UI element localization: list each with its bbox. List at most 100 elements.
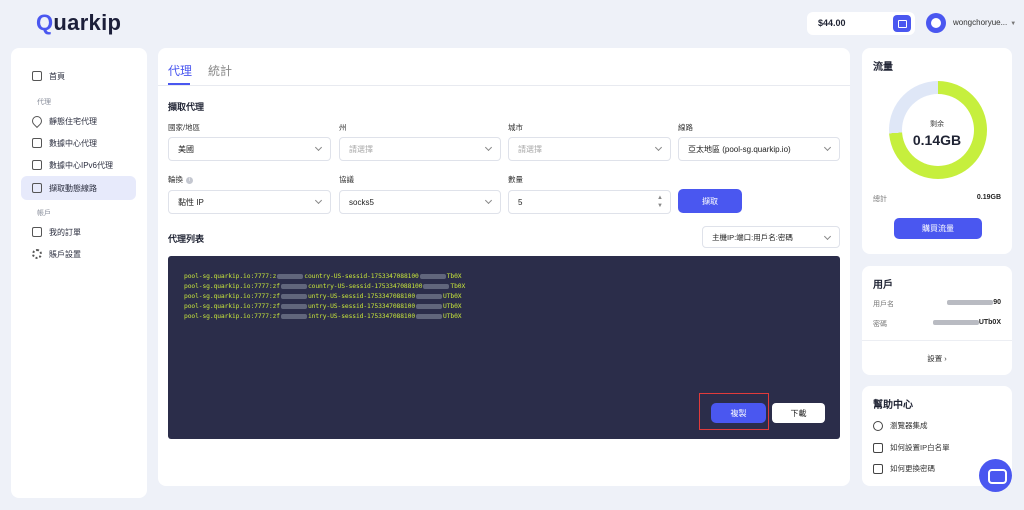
proxy-line: pool-sg.quarkip.io:7777:zf untry-US-sessi…	[184, 303, 462, 310]
redacted-mask	[416, 303, 443, 309]
username-value: 90	[947, 299, 1001, 306]
help-item-browser-integration[interactable]: 瀏覽器集成	[873, 420, 928, 431]
sidebar-item-orders[interactable]: 我的訂單	[21, 220, 136, 244]
sidebar-item-dynamic-lines[interactable]: 擷取動態線路	[21, 176, 136, 200]
username-label: wongchoryue...	[953, 18, 1008, 27]
proxy-line: pool-sg.quarkip.io:7777:zf country-US-ses…	[184, 283, 465, 290]
proxy-prefix: pool-sg.quarkip.io:7777:zf	[184, 283, 280, 290]
sidebar-item-label: 賬戶設置	[49, 249, 81, 259]
format-select[interactable]: 主機IP:端口:用戶名:密碼	[702, 226, 840, 248]
traffic-ring	[889, 81, 987, 179]
balance-widget: $44.00	[807, 12, 915, 35]
card-icon	[873, 442, 883, 453]
proxy-suffix: Tb0X	[446, 273, 462, 280]
sidebar: 首頁 代理 靜態住宅代理 數據中心代理 數據中心IPv6代理 擷取動態線路 帳戶…	[11, 48, 147, 498]
rotation-select[interactable]: 黏性 IP	[168, 190, 331, 214]
chevron-down-icon	[314, 143, 323, 152]
help-item-change-password[interactable]: 如何更換密碼	[873, 463, 935, 474]
tab-proxy[interactable]: 代理	[168, 62, 192, 79]
proxy-session: country-US-sessid-1753347088100	[304, 273, 419, 280]
username-key: 用戶名	[873, 301, 894, 308]
redacted-mask	[947, 299, 994, 305]
section-title-fetch: 擷取代理	[168, 102, 205, 112]
sidebar-item-label: 首頁	[49, 71, 65, 81]
server-icon	[32, 138, 42, 148]
sidebar-item-account-settings[interactable]: 賬戶設置	[21, 242, 136, 266]
redacted-mask	[932, 319, 979, 325]
user-menu[interactable]: wongchoryue... ▼	[953, 18, 1016, 27]
redacted-mask	[416, 313, 443, 319]
city-select[interactable]: 請選擇	[508, 137, 671, 161]
state-label: 州	[339, 123, 347, 132]
info-icon[interactable]: i	[186, 176, 193, 184]
format-value: 主機IP:端口:用戶名:密碼	[712, 232, 793, 242]
city-placeholder: 請選擇	[518, 144, 542, 154]
proxy-suffix: UTb0X	[443, 293, 462, 300]
line-select[interactable]: 亞太地區 (pool-sg.quarkip.io)	[678, 137, 840, 161]
logo-text: uarkip	[53, 10, 122, 35]
chevron-down-icon: ▼	[1010, 21, 1017, 27]
buy-traffic-button[interactable]: 購買流量	[894, 218, 982, 239]
chevron-down-icon	[484, 196, 493, 205]
tab-statistics[interactable]: 統計	[208, 62, 232, 79]
main-panel: 代理 統計 擷取代理 國家/地區 美國 州 請選擇 城市 請選擇 線路 亞太地區…	[158, 48, 850, 486]
sidebar-item-home[interactable]: 首頁	[21, 64, 136, 88]
state-select[interactable]: 請選擇	[339, 137, 501, 161]
location-pin-icon	[29, 113, 45, 129]
quantity-label: 數量	[508, 175, 523, 184]
fetch-button[interactable]: 擷取	[678, 189, 742, 213]
chevron-down-icon	[654, 143, 663, 152]
user-title: 用戶	[873, 280, 893, 291]
password-visible-part: UTb0X	[978, 319, 1001, 326]
sidebar-item-datacenter-ipv6[interactable]: 數據中心IPv6代理	[21, 153, 136, 177]
sidebar-item-datacenter[interactable]: 數據中心代理	[21, 131, 136, 155]
wallet-icon[interactable]	[893, 15, 911, 32]
proxy-session: untry-US-sessid-1753347088100	[307, 293, 416, 300]
redacted-mask	[280, 313, 307, 319]
country-label: 國家/地區	[168, 123, 201, 132]
protocol-label: 協議	[339, 175, 354, 184]
help-item-label: 瀏覽器集成	[890, 421, 928, 430]
protocol-value: socks5	[349, 197, 374, 207]
line-value: 亞太地區 (pool-sg.quarkip.io)	[688, 144, 791, 154]
quarkip-logo[interactable]: Quarkip	[36, 10, 121, 36]
total-label: 總計	[873, 196, 887, 203]
country-select[interactable]: 美國	[168, 137, 331, 161]
sidebar-item-label: 數據中心代理	[49, 138, 97, 148]
balance-amount: $44.00	[818, 18, 846, 28]
proxy-line: pool-sg.quarkip.io:7777:zf untry-US-sessi…	[184, 293, 462, 300]
chevron-down-icon	[314, 196, 323, 205]
quantity-stepper[interactable]: 5 ▲ ▼	[508, 190, 671, 214]
rotation-value: 黏性 IP	[178, 197, 204, 207]
sidebar-item-label: 數據中心IPv6代理	[49, 160, 114, 170]
proxy-list-title: 代理列表	[168, 234, 205, 244]
proxy-suffix: Tb0X	[450, 283, 466, 290]
quantity-value: 5	[518, 197, 523, 207]
line-label: 線路	[678, 123, 693, 132]
protocol-select[interactable]: socks5	[339, 190, 501, 214]
sidebar-item-label: 靜態住宅代理	[49, 116, 97, 126]
help-item-label: 如何設置IP白名單	[890, 443, 950, 452]
copy-button[interactable]: 複製	[711, 403, 766, 423]
settings-link[interactable]: 設置 ›	[862, 353, 1012, 364]
download-button[interactable]: 下載	[772, 403, 825, 423]
help-title: 幫助中心	[873, 400, 913, 411]
proxy-prefix: pool-sg.quarkip.io:7777:zf	[184, 313, 280, 320]
avatar[interactable]	[926, 13, 946, 33]
section-label-proxy: 代理	[37, 99, 51, 106]
sidebar-item-static-residential[interactable]: 靜態住宅代理	[21, 109, 136, 133]
redacted-mask	[277, 273, 304, 279]
country-value: 美國	[178, 144, 194, 154]
settings-link-label: 設置	[927, 354, 943, 363]
traffic-title: 流量	[873, 62, 893, 73]
orders-icon	[32, 227, 42, 237]
redacted-mask	[280, 283, 307, 289]
stepper-arrows-icon[interactable]: ▲ ▼	[657, 194, 663, 210]
sidebar-item-label: 擷取動態線路	[49, 183, 97, 193]
monitor-icon	[32, 160, 42, 170]
help-item-ip-whitelist[interactable]: 如何設置IP白名單	[873, 442, 950, 453]
password-value: UTb0X	[932, 319, 1001, 326]
remaining-value: 0.14GB	[912, 132, 962, 148]
divider	[862, 340, 1012, 341]
chat-support-icon[interactable]	[979, 459, 1012, 492]
